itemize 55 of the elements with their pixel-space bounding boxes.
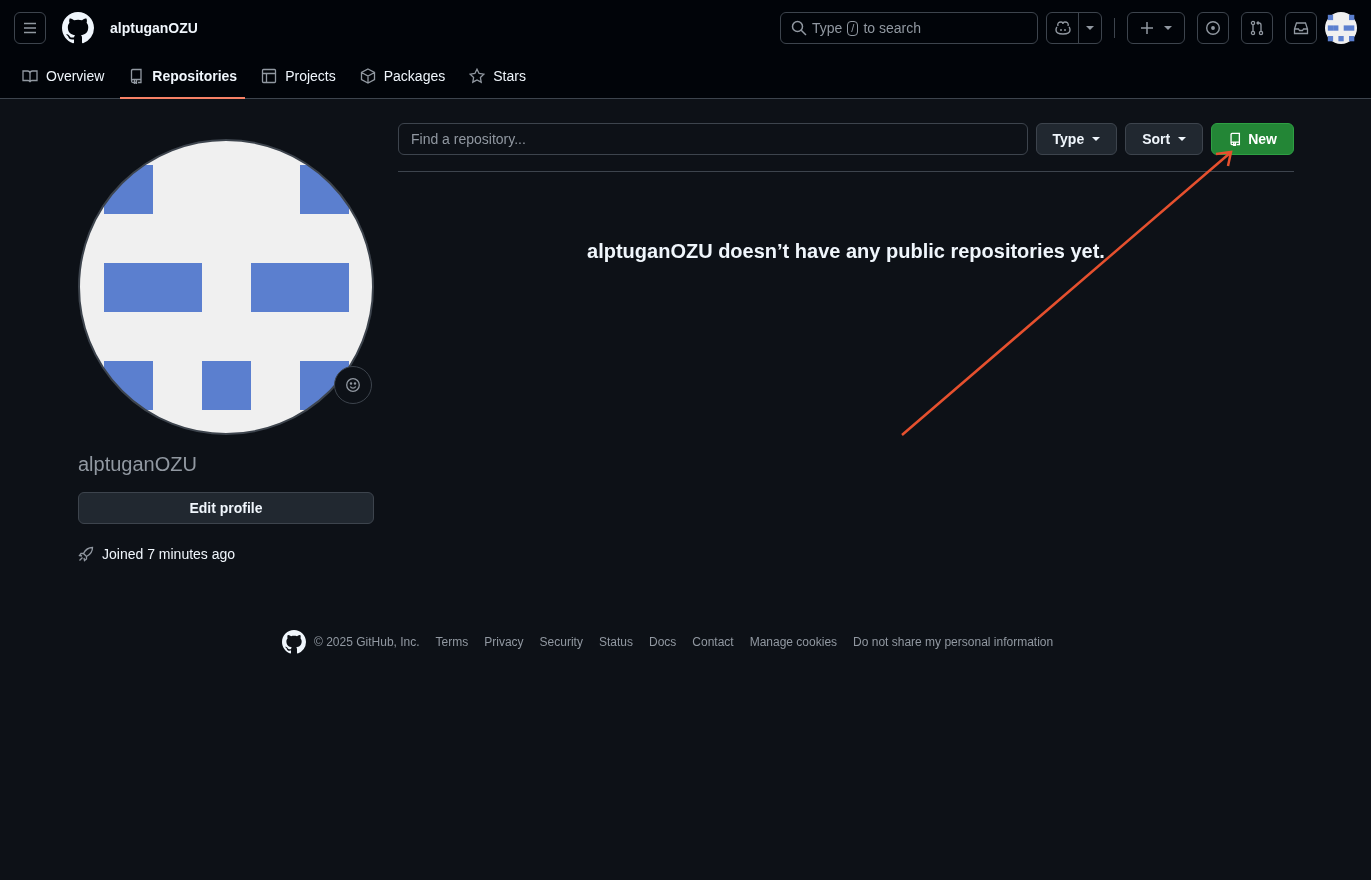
avatar-button[interactable] [1325,12,1357,44]
issues-button[interactable] [1197,12,1229,44]
nav-tab[interactable]: Packages [351,54,454,99]
search-field[interactable]: Type / to search [780,12,1038,44]
github-logo-icon [282,630,306,654]
caret-icon [1092,137,1101,141]
filter-dropdown[interactable]: Sort [1125,123,1204,155]
issue-icon [1205,20,1221,36]
nav-tab[interactable]: Projects [253,54,344,99]
menu-icon [22,20,38,36]
plus-icon [1140,21,1154,35]
search-placeholder: to search [863,20,921,36]
caret-icon [1086,26,1094,30]
joined-date: Joined 7 minutes ago [102,546,236,562]
keyboard-key: / [847,20,859,36]
footer-link[interactable]: Privacy [484,635,524,649]
create-new-button[interactable] [1127,12,1185,44]
star-icon [469,67,486,84]
username-link[interactable]: alptuganOZU [110,20,198,36]
copyright-text: © 2025 GitHub, Inc. [314,635,420,649]
table-icon [261,67,278,84]
pull-requests-button[interactable] [1241,12,1273,44]
pull-request-icon [1249,20,1265,36]
footer-link[interactable]: Status [598,635,633,649]
footer-link[interactable]: Do not share my personal information [853,635,1054,649]
nav-tab[interactable]: Overview [14,54,113,99]
footer-link[interactable]: Security [539,635,583,649]
package-icon [359,67,376,84]
repo-icon [128,67,145,84]
repo-icon [1228,132,1243,146]
nav-tab[interactable]: Repositories [120,54,246,99]
caret-icon [1178,137,1187,141]
menu-button[interactable] [14,12,46,44]
footer-link[interactable]: Contact [692,635,734,649]
repository-search-field[interactable]: Find a repository... [398,123,1028,155]
profile-username: alptuganOZU [78,452,198,476]
book-icon [22,67,38,84]
footer-link[interactable]: Docs [648,635,677,649]
footer-link[interactable]: Terms [435,635,469,649]
smiley-icon [345,377,361,393]
inbox-button[interactable] [1285,12,1317,44]
empty-state-message: alptuganOZU doesn’t have any public repositories yet. [586,240,1106,263]
new-repository-button[interactable]: New [1211,123,1294,155]
set-status-button[interactable] [334,366,372,404]
filter-dropdown[interactable]: Type [1035,123,1118,155]
search-placeholder: Type [812,20,843,36]
footer-link[interactable]: Manage cookies [749,635,838,649]
edit-profile-button[interactable]: Edit profile [78,492,374,524]
nav-tab[interactable]: Stars [461,54,534,99]
rocket-icon [78,546,94,562]
github-logo-icon [62,12,94,44]
search-icon [791,20,807,36]
caret-icon [1164,26,1172,30]
inbox-icon [1293,20,1309,36]
copilot-icon [1054,20,1071,36]
